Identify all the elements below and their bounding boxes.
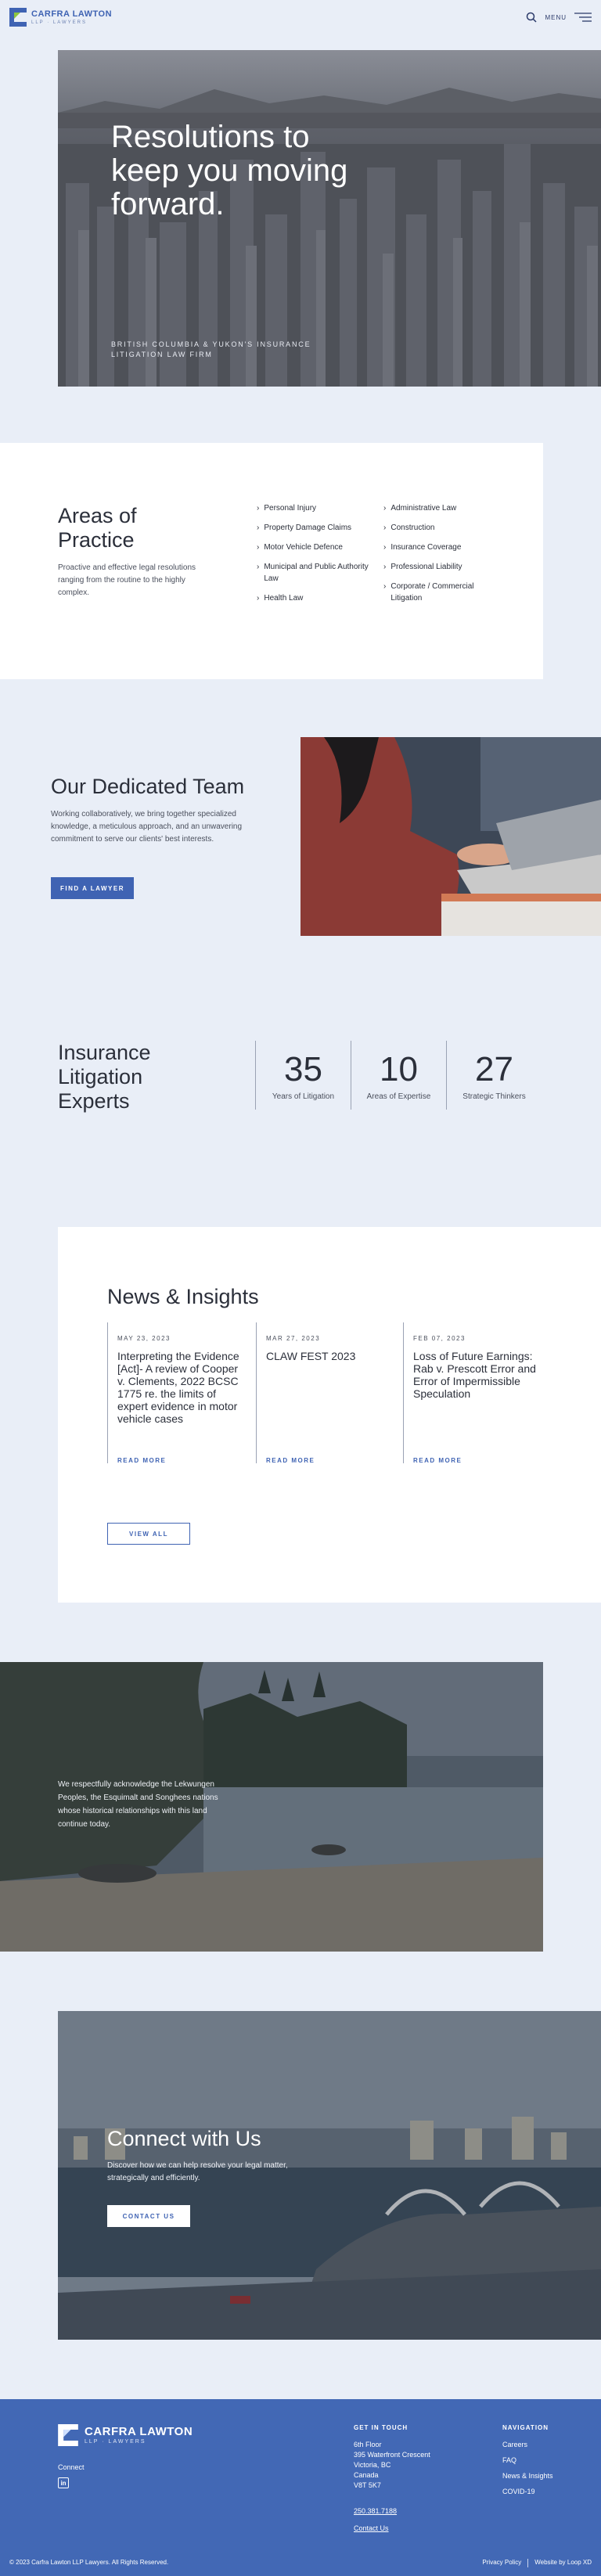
read-more-link[interactable]: READ MORE xyxy=(413,1457,462,1464)
stats-title: Insurance Litigation Experts xyxy=(58,1041,151,1113)
stat-number: 27 xyxy=(475,1050,513,1088)
footer-logo-sub: LLP · LAWYERS xyxy=(85,2439,146,2445)
stat-label: Strategic Thinkers xyxy=(462,1092,526,1101)
footer-address: 6th Floor 395 Waterfront Crescent Victor… xyxy=(354,2441,430,2489)
news-headline: CLAW FEST 2023 xyxy=(266,1350,356,1362)
footer-nav-faq[interactable]: FAQ xyxy=(502,2455,553,2465)
hero-title: Resolutions to keep you moving forward. xyxy=(111,120,348,221)
news-section: News & Insights MAY 23, 2023 Interpretin… xyxy=(58,1227,601,1603)
logo-mark-icon xyxy=(58,2424,78,2446)
logo-sub: LLP · LAWYERS xyxy=(31,20,88,25)
logo[interactable]: CARFRA LAWTON LLP · LAWYERS xyxy=(9,8,112,27)
navigation-heading: NAVIGATION xyxy=(502,2424,549,2431)
chevron-right-icon: › xyxy=(257,563,260,571)
areas-description: Proactive and effective legal resolution… xyxy=(58,563,196,597)
view-all-button[interactable]: VIEW ALL xyxy=(107,1523,190,1545)
practice-area-link[interactable]: › Health Law xyxy=(257,592,374,604)
team-photo-image xyxy=(300,737,601,936)
news-headline: Interpreting the Evidence [Act]- A revie… xyxy=(117,1350,239,1425)
footer-contact-link[interactable]: Contact Us xyxy=(354,2524,389,2532)
areas-of-practice-section: Areas of Practice Proactive and effectiv… xyxy=(0,443,543,679)
news-card[interactable]: FEB 07, 2023 Loss of Future Earnings: Ra… xyxy=(403,1322,549,1464)
practice-area-link[interactable]: › Corporate / Commercial Litigation xyxy=(383,581,493,604)
footer-bottom-bar: © 2023 Carfra Lawton LLP Lawyers. All Ri… xyxy=(9,2559,592,2567)
connect-description: Discover how we can help resolve your le… xyxy=(107,2161,288,2182)
areas-list-left: › Personal Injury › Property Damage Claims… xyxy=(257,502,374,612)
practice-area-link[interactable]: › Personal Injury xyxy=(257,502,374,514)
linkedin-icon[interactable]: in xyxy=(58,2477,69,2488)
stat-label: Areas of Expertise xyxy=(366,1092,431,1101)
footer-nav-covid[interactable]: COVID-19 xyxy=(502,2487,553,2496)
areas-title: Areas of Practice xyxy=(58,504,137,552)
news-title: News & Insights xyxy=(107,1285,259,1308)
get-in-touch-heading: GET IN TOUCH xyxy=(354,2424,408,2431)
logo-mark-icon xyxy=(9,8,27,27)
stat-years: 35 Years of Litigation xyxy=(255,1041,351,1110)
areas-list-right: › Administrative Law › Construction › Insur… xyxy=(383,502,493,612)
footer-divider xyxy=(527,2559,529,2567)
logo-name: CARFRA LAWTON xyxy=(31,9,113,19)
chevron-right-icon: › xyxy=(383,563,387,571)
practice-area-link[interactable]: › Municipal and Public Authority Law xyxy=(257,561,374,585)
news-headline: Loss of Future Earnings: Rab v. Prescott… xyxy=(413,1350,536,1400)
site-header: CARFRA LAWTON LLP · LAWYERS MENU xyxy=(0,0,601,34)
footer-nav-careers[interactable]: Careers xyxy=(502,2440,553,2449)
footer-logo[interactable]: CARFRA LAWTON LLP · LAWYERS xyxy=(58,2424,193,2446)
stat-number: 35 xyxy=(284,1050,322,1088)
stat-number: 10 xyxy=(380,1050,418,1088)
hamburger-icon[interactable] xyxy=(574,13,592,22)
news-date: MAR 27, 2023 xyxy=(266,1335,321,1342)
chevron-right-icon: › xyxy=(383,504,387,513)
news-card[interactable]: MAY 23, 2023 Interpreting the Evidence [… xyxy=(107,1322,253,1464)
chevron-right-icon: › xyxy=(383,582,387,591)
practice-area-link[interactable]: › Insurance Coverage xyxy=(383,541,493,553)
chevron-right-icon: › xyxy=(257,523,260,532)
footer-phone-link[interactable]: 250.381.7188 xyxy=(354,2507,397,2515)
hero-subtitle: BRITISH COLUMBIA & YUKON'S INSURANCE LIT… xyxy=(111,340,311,358)
copyright-text: © 2023 Carfra Lawton LLP Lawyers. All Ri… xyxy=(9,2559,169,2566)
read-more-link[interactable]: READ MORE xyxy=(266,1457,315,1464)
contact-us-button[interactable]: CONTACT US xyxy=(107,2205,190,2227)
footer-nav-news[interactable]: News & Insights xyxy=(502,2471,553,2481)
acknowledgement-text: We respectfully acknowledge the Lekwunge… xyxy=(58,1780,218,1829)
news-date: MAY 23, 2023 xyxy=(117,1335,171,1342)
stat-areas: 10 Areas of Expertise xyxy=(351,1041,446,1110)
menu-label[interactable]: MENU xyxy=(545,14,567,21)
chevron-right-icon: › xyxy=(257,594,260,603)
land-acknowledgement-section: We respectfully acknowledge the Lekwunge… xyxy=(0,1662,543,1952)
connect-title: Connect with Us xyxy=(107,2127,261,2150)
news-date: FEB 07, 2023 xyxy=(413,1335,466,1342)
chevron-right-icon: › xyxy=(257,504,260,513)
connect-section: Connect with Us Discover how we can help… xyxy=(58,2011,601,2340)
stat-label: Years of Litigation xyxy=(272,1092,335,1101)
privacy-policy-link[interactable]: Privacy Policy xyxy=(482,2559,521,2567)
team-title: Our Dedicated Team xyxy=(51,775,245,798)
practice-area-link[interactable]: › Administrative Law xyxy=(383,502,493,514)
read-more-link[interactable]: READ MORE xyxy=(117,1457,166,1464)
chevron-right-icon: › xyxy=(257,543,260,552)
news-card[interactable]: MAR 27, 2023 CLAW FEST 2023 READ MORE xyxy=(256,1322,401,1464)
stat-thinkers: 27 Strategic Thinkers xyxy=(446,1041,542,1110)
site-footer: CARFRA LAWTON LLP · LAWYERS Connect in G… xyxy=(0,2399,601,2576)
practice-area-link[interactable]: › Property Damage Claims xyxy=(257,522,374,534)
find-a-lawyer-button[interactable]: FIND A LAWYER xyxy=(51,877,134,899)
chevron-right-icon: › xyxy=(383,523,387,532)
footer-nav: Careers FAQ News & Insights COVID-19 xyxy=(502,2440,553,2502)
footer-connect-label: Connect xyxy=(58,2463,85,2471)
team-description: Working collaboratively, we bring togeth… xyxy=(51,810,243,844)
website-credit-link[interactable]: Website by Loop XD xyxy=(534,2559,592,2567)
footer-logo-name: CARFRA LAWTON xyxy=(85,2425,193,2438)
team-photo xyxy=(300,737,601,936)
practice-area-link[interactable]: › Construction xyxy=(383,522,493,534)
chevron-right-icon: › xyxy=(383,543,387,552)
search-icon[interactable] xyxy=(526,12,537,23)
practice-area-link[interactable]: › Professional Liability xyxy=(383,561,493,573)
hero-banner: Resolutions to keep you moving forward. … xyxy=(58,50,601,387)
practice-area-link[interactable]: › Motor Vehicle Defence xyxy=(257,541,374,553)
